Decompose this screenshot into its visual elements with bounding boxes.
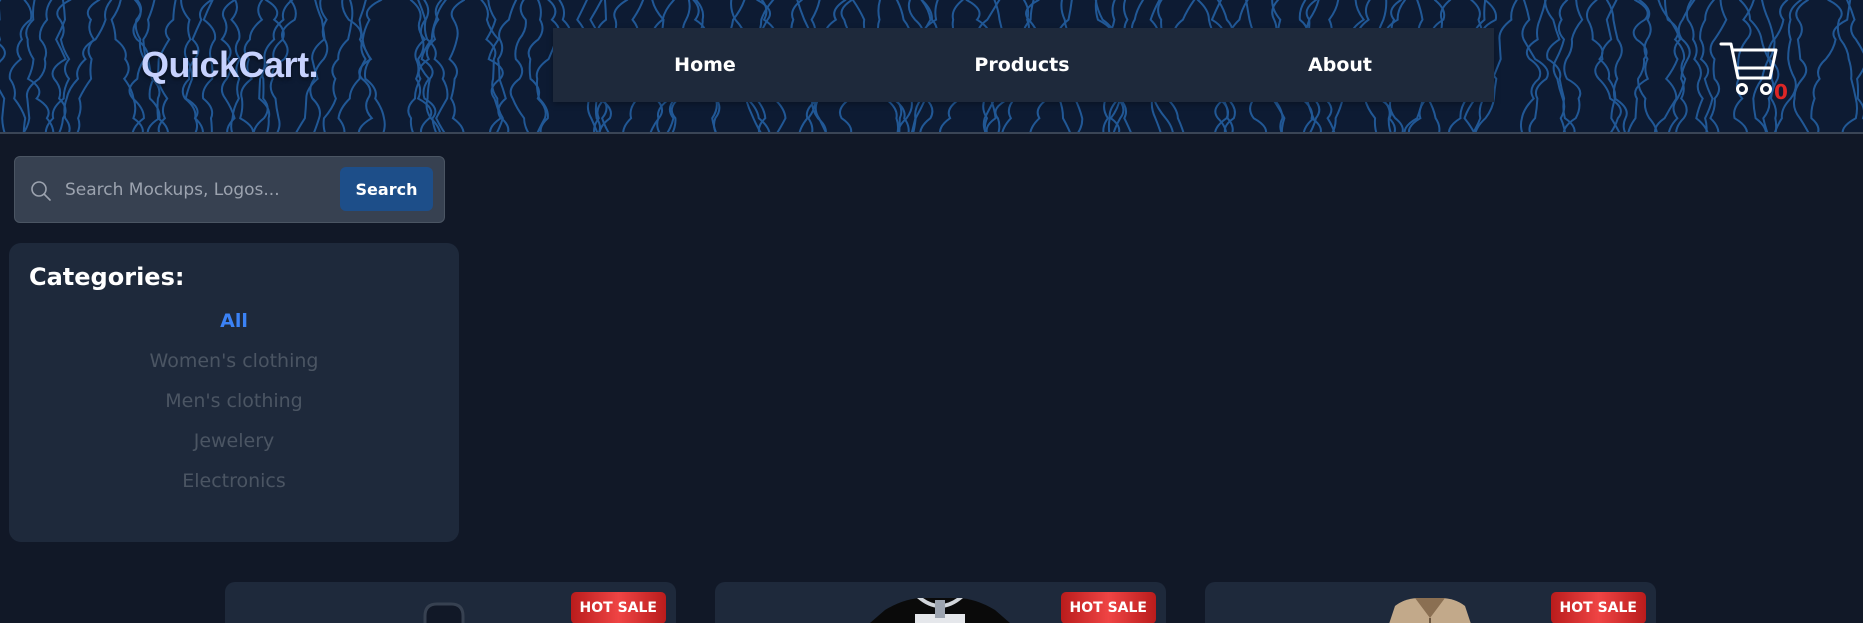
cart-count-badge: 0 (1774, 80, 1788, 104)
search-button[interactable]: Search (340, 167, 433, 211)
category-all[interactable]: All (9, 310, 459, 332)
product-card[interactable]: HOT SALE (225, 582, 676, 623)
category-jewelery[interactable]: Jewelery (9, 430, 459, 452)
hot-sale-badge: HOT SALE (570, 592, 666, 623)
backpack-image (423, 602, 465, 623)
category-mens-clothing[interactable]: Men's clothing (9, 390, 459, 412)
cart-icon[interactable] (1718, 38, 1780, 100)
nav-home[interactable]: Home (674, 54, 736, 76)
hot-sale-badge: HOT SALE (1550, 592, 1646, 623)
search-input[interactable] (65, 171, 345, 209)
category-electronics[interactable]: Electronics (9, 470, 459, 492)
site-header: QuickCart. Home Products About 0 (0, 0, 1863, 134)
site-logo[interactable]: QuickCart. (141, 44, 319, 86)
product-card[interactable]: HOT SALE (1205, 582, 1656, 623)
categories-panel: Categories: All Women's clothing Men's c… (9, 243, 459, 542)
search-bar: Search (14, 156, 445, 223)
jacket-image (1389, 598, 1471, 623)
search-icon (31, 181, 51, 201)
categories-title: Categories: (29, 263, 185, 291)
main-nav: Home Products About (553, 28, 1494, 102)
t-shirt-image (870, 598, 1010, 623)
hot-sale-badge: HOT SALE (1060, 592, 1156, 623)
nav-products[interactable]: Products (974, 54, 1069, 76)
category-womens-clothing[interactable]: Women's clothing (9, 350, 459, 372)
nav-about[interactable]: About (1308, 54, 1372, 76)
product-card[interactable]: HOT SALE (715, 582, 1166, 623)
